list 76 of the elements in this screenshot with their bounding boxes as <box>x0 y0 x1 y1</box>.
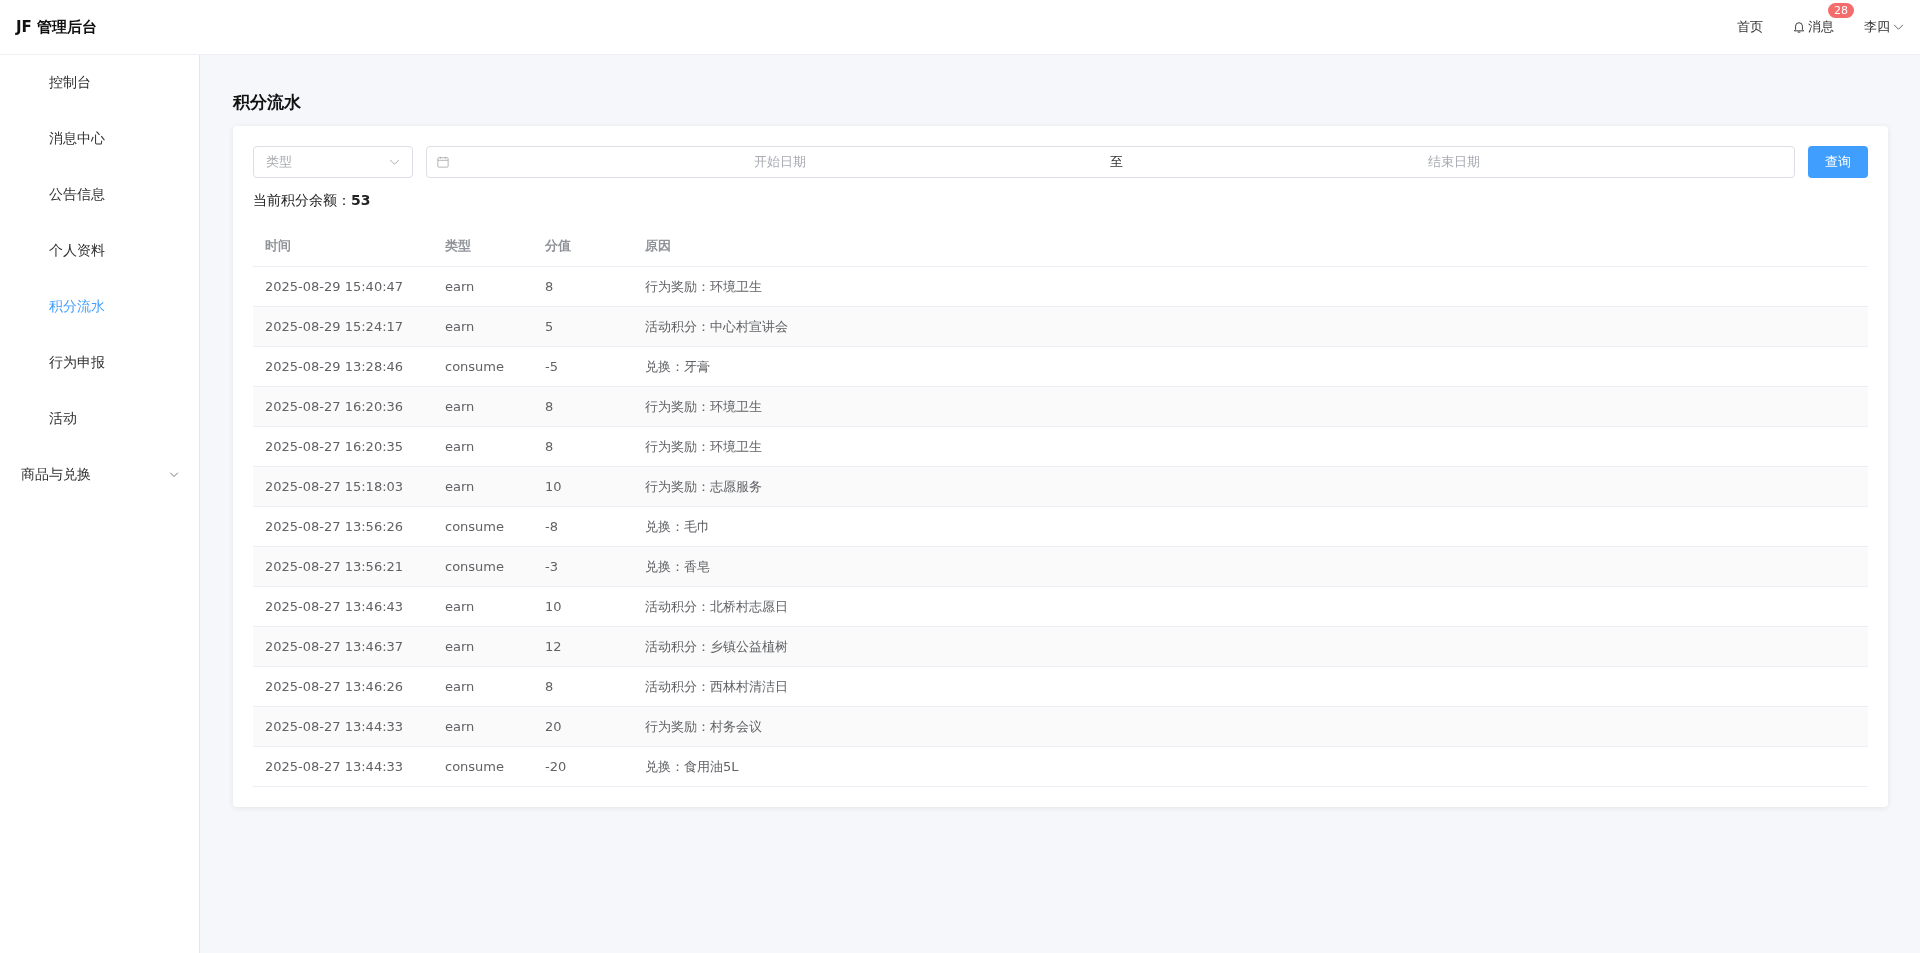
table-cell: consume <box>433 346 533 387</box>
table-cell: 行为奖励：村务会议 <box>633 706 1868 747</box>
table-cell: 2025-08-29 15:40:47 <box>253 266 433 307</box>
table-cell: -20 <box>533 746 633 787</box>
table-cell: 2025-08-27 13:44:33 <box>253 746 433 787</box>
app-logo: JF 管理后台 <box>16 17 98 37</box>
table-cell: 活动积分：西林村清洁日 <box>633 666 1868 707</box>
sidebar-item[interactable]: 控制台 <box>0 55 199 111</box>
column-header: 原因 <box>633 226 1868 267</box>
table-cell: 活动积分：乡镇公益植树 <box>633 626 1868 667</box>
messages-link[interactable]: 消息 <box>1793 18 1834 36</box>
table-cell: 2025-08-27 15:18:03 <box>253 466 433 507</box>
user-menu[interactable]: 李四 <box>1864 18 1904 36</box>
table-cell: 行为奖励：志愿服务 <box>633 466 1868 507</box>
table-cell: 2025-08-27 13:44:33 <box>253 706 433 747</box>
table-cell: 8 <box>533 666 633 707</box>
table-cell: 12 <box>533 626 633 667</box>
table-cell: 2025-08-27 13:56:21 <box>253 546 433 587</box>
chevron-icon <box>169 472 179 478</box>
bell-icon <box>1793 20 1805 34</box>
sidebar-item[interactable]: 个人资料 <box>0 223 199 279</box>
table-cell: earn <box>433 306 533 347</box>
chevron-icon <box>389 158 400 166</box>
table-cell: 活动积分：中心村宣讲会 <box>633 306 1868 347</box>
table-cell: 2025-08-27 13:46:43 <box>253 586 433 627</box>
table-cell: 8 <box>533 386 633 427</box>
table-cell: 5 <box>533 306 633 347</box>
calendar-icon <box>437 156 449 168</box>
date-range-field[interactable]: 开始日期 至 结束日期 <box>426 146 1795 178</box>
table-cell: consume <box>433 506 533 547</box>
table-cell: earn <box>433 266 533 307</box>
table-cell: 2025-08-27 16:20:36 <box>253 386 433 427</box>
column-header: 时间 <box>253 226 433 267</box>
table-cell: 兑换：牙膏 <box>633 346 1868 387</box>
table-cell: 2025-08-27 16:20:35 <box>253 426 433 467</box>
table-cell: 8 <box>533 426 633 467</box>
sidebar-item[interactable]: 公告信息 <box>0 167 199 223</box>
message-count-badge: 28 <box>1828 3 1854 18</box>
table-cell: -3 <box>533 546 633 587</box>
sidebar-item[interactable]: 消息中心 <box>0 111 199 167</box>
table-cell: 10 <box>533 586 633 627</box>
table-cell: consume <box>433 546 533 587</box>
table-cell: 2025-08-29 15:24:17 <box>253 306 433 347</box>
table-cell: -5 <box>533 346 633 387</box>
table-cell: earn <box>433 706 533 747</box>
sidebar-item[interactable]: 商品与兑换 <box>0 447 199 503</box>
table-cell: 行为奖励：环境卫生 <box>633 386 1868 427</box>
table-cell: 行为奖励：环境卫生 <box>633 266 1868 307</box>
table-cell: 2025-08-29 13:28:46 <box>253 346 433 387</box>
table-cell: earn <box>433 586 533 627</box>
table-cell: 兑换：香皂 <box>633 546 1868 587</box>
table-cell: 2025-08-27 13:46:37 <box>253 626 433 667</box>
sidebar-item[interactable]: 行为申报 <box>0 335 199 391</box>
table-cell: earn <box>433 626 533 667</box>
table-cell: 8 <box>533 266 633 307</box>
sidebar-item[interactable]: 活动 <box>0 391 199 447</box>
table-cell: consume <box>433 746 533 787</box>
table-cell: earn <box>433 466 533 507</box>
table-cell: 兑换：食用油5L <box>633 746 1868 787</box>
table-cell: earn <box>433 426 533 467</box>
page-title: 积分流水 <box>233 91 302 114</box>
caret-icon <box>1893 23 1904 31</box>
table-cell: 行为奖励：环境卫生 <box>633 426 1868 467</box>
table-cell: 2025-08-27 13:56:26 <box>253 506 433 547</box>
table-cell: earn <box>433 666 533 707</box>
column-header: 类型 <box>433 226 533 267</box>
home-link[interactable]: 首页 <box>1737 18 1763 36</box>
table-cell: 兑换：毛巾 <box>633 506 1868 547</box>
table-cell: 活动积分：北桥村志愿日 <box>633 586 1868 627</box>
table-cell: earn <box>433 386 533 427</box>
table-cell: -8 <box>533 506 633 547</box>
column-header: 分值 <box>533 226 633 267</box>
table-cell: 10 <box>533 466 633 507</box>
table-cell: 2025-08-27 13:46:26 <box>253 666 433 707</box>
table-cell: 20 <box>533 706 633 747</box>
balance-text: 当前积分余额：53 <box>253 192 372 210</box>
